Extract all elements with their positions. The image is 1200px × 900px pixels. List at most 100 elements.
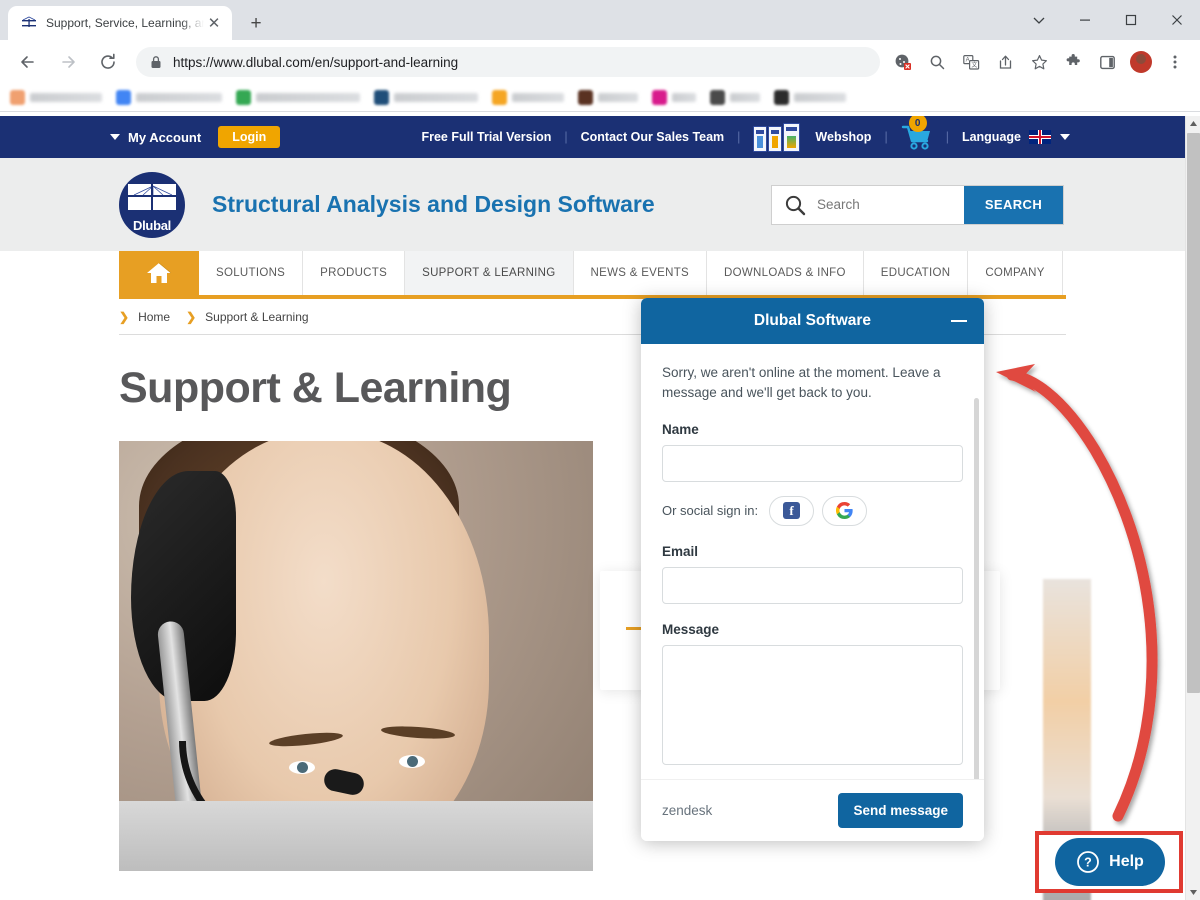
nav-label: NEWS & EVENTS [590,267,690,279]
nav-item-products[interactable]: PRODUCTS [303,251,406,295]
nav-home-button[interactable] [119,251,199,295]
bookmark-item[interactable] [10,90,102,105]
bookmark-star-icon[interactable] [1025,48,1053,76]
translate-icon[interactable]: A 文 [957,48,985,76]
scroll-up-arrow-icon[interactable] [1186,116,1200,131]
question-circle-icon: ? [1077,851,1100,873]
bookmark-favicon [578,90,593,105]
bookmark-favicon [236,90,251,105]
bookmark-label [394,93,478,102]
bookmark-item[interactable] [374,90,478,105]
browser-tab[interactable]: Support, Service, Learning, and S ✕ [8,6,232,40]
bookmark-favicon [710,90,725,105]
browser-toolbar: https://www.dlubal.com/en/support-and-le… [0,40,1200,84]
reload-button[interactable] [91,45,125,79]
share-icon[interactable] [991,48,1019,76]
nav-item-company[interactable]: COMPANY [968,251,1063,295]
webshop-link[interactable]: Webshop [815,130,871,144]
page-viewport: My Account Login Free Full Trial Version… [0,116,1200,900]
minimize-icon[interactable] [1062,4,1108,36]
facebook-icon: f [783,502,801,519]
forward-button[interactable] [51,45,85,79]
new-tab-button[interactable]: + [242,9,270,37]
tab-strip: Support, Service, Learning, and S ✕ + [0,0,1200,40]
bookmark-item[interactable] [710,90,760,105]
zendesk-branding: zendesk [662,803,713,818]
three-dot-menu-icon[interactable] [1161,48,1189,76]
toolbar-icon-group: A 文 [886,48,1192,76]
chat-scrollbar[interactable] [974,398,979,779]
bookmark-label [136,93,222,102]
search-input[interactable]: Search [772,186,964,224]
site-tagline: Structural Analysis and Design Software [212,191,655,217]
email-field-label: Email [662,543,699,559]
svg-text:?: ? [1084,856,1092,870]
back-button[interactable] [11,45,45,79]
chat-footer: zendesk Send message [641,779,984,841]
side-panel-icon[interactable] [1093,48,1121,76]
dlubal-logo[interactable]: Dlubal [119,171,185,238]
bookmark-label [512,93,564,102]
cookie-blocked-icon[interactable] [889,48,917,76]
minimize-icon[interactable] [951,320,967,322]
search-icon[interactable] [923,48,951,76]
help-launcher-button[interactable]: ? Help [1055,838,1165,886]
bookmark-item[interactable] [652,90,696,105]
my-account-link[interactable]: My Account [128,130,201,145]
profile-avatar-icon[interactable] [1127,48,1155,76]
page-scrollbar[interactable] [1185,116,1200,900]
main-nav-wrapper: SOLUTIONS PRODUCTS SUPPORT & LEARNING NE… [0,251,1185,299]
nav-label: SUPPORT & LEARNING [422,267,556,279]
nav-item-solutions[interactable]: SOLUTIONS [199,251,304,295]
login-button[interactable]: Login [218,126,281,148]
maximize-icon[interactable] [1108,4,1154,36]
window-controls [1016,0,1200,40]
dlubal-favicon [20,15,37,32]
bookmark-item[interactable] [492,90,564,105]
cart-button[interactable]: 0 [901,116,933,150]
lock-icon [150,55,162,69]
nav-item-news-and-events[interactable]: NEWS & EVENTS [574,251,708,295]
nav-item-downloads-and-info[interactable]: DOWNLOADS & INFO [707,251,864,295]
chat-body: Sorry, we aren't online at the moment. L… [641,344,984,779]
bookmark-favicon [492,90,507,105]
tab-search-chevron-icon[interactable] [1016,4,1062,36]
bookmark-item[interactable] [236,90,360,105]
bookmark-item[interactable] [578,90,638,105]
nav-item-education[interactable]: EDUCATION [864,251,969,295]
address-bar[interactable]: https://www.dlubal.com/en/support-and-le… [136,47,880,77]
close-icon[interactable] [1154,4,1200,36]
extensions-puzzle-icon[interactable] [1059,48,1087,76]
language-caret-icon[interactable] [1060,134,1070,140]
nav-label: SOLUTIONS [216,267,286,279]
search-button[interactable]: SEARCH [964,185,1063,224]
product-boxes-icon[interactable] [753,122,801,152]
bookmark-label [794,93,846,102]
free-trial-link[interactable]: Free Full Trial Version [421,130,551,144]
google-signin-button[interactable] [822,495,868,526]
breadcrumb-current: Support & Learning [205,309,309,324]
name-input[interactable] [662,444,963,482]
breadcrumb-home-link[interactable]: Home [138,310,170,324]
nav-item-support-and-learning[interactable]: SUPPORT & LEARNING [405,251,574,295]
google-icon [836,502,853,519]
bookmark-label [730,93,760,102]
nav-label: COMPANY [985,267,1045,279]
uk-flag-icon [1029,130,1051,144]
bookmark-item[interactable] [774,90,846,105]
message-textarea[interactable] [662,644,963,765]
cart-count-badge: 0 [908,116,927,132]
breadcrumb-arrow-icon: ❯ [119,309,130,324]
tab-close-icon[interactable]: ✕ [204,13,224,33]
email-input[interactable] [662,566,963,604]
send-message-button[interactable]: Send message [838,793,963,828]
chat-intro-text: Sorry, we aren't online at the moment. L… [662,365,941,401]
scrollbar-thumb[interactable] [1187,133,1200,693]
bookmark-item[interactable] [116,90,222,105]
facebook-signin-button[interactable]: f [769,495,815,526]
bookmarks-bar [0,84,1200,112]
contact-sales-link[interactable]: Contact Our Sales Team [581,130,725,144]
logo-text: Dlubal [133,217,171,233]
scroll-down-arrow-icon[interactable] [1186,885,1200,900]
language-label[interactable]: Language [962,130,1021,144]
